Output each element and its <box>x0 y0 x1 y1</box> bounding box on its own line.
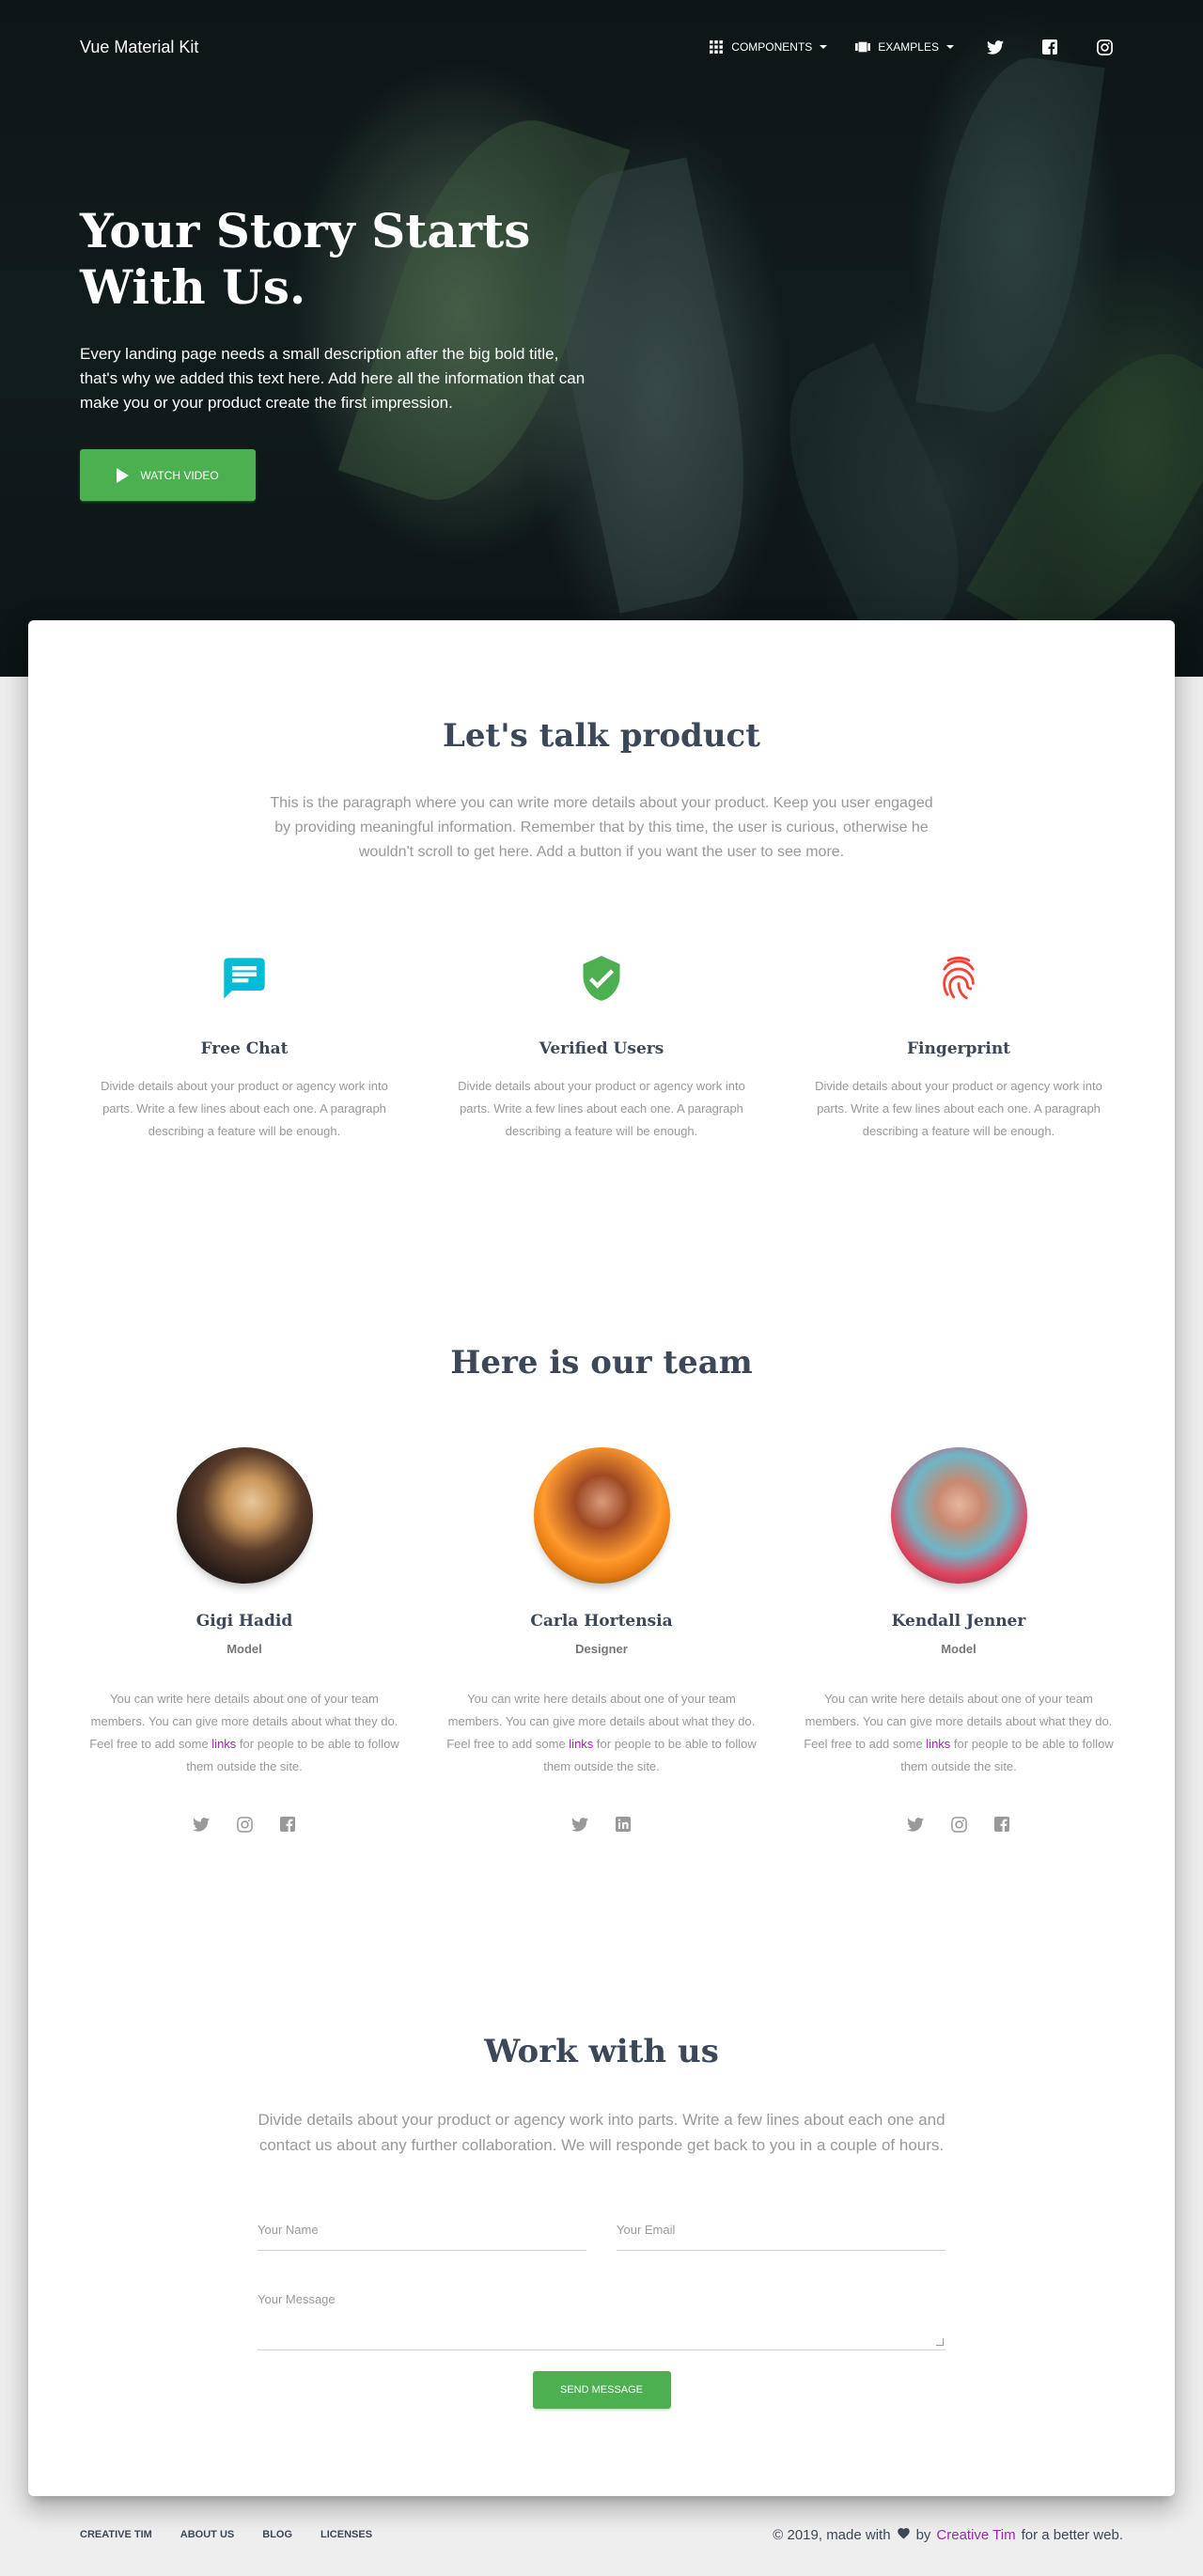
member-link[interactable]: links <box>926 1737 950 1751</box>
feature-title: Free Chat <box>200 1039 289 1058</box>
footer-links: Creative Tim About Us Blog Licenses <box>80 2529 372 2540</box>
hero-content: Your Story Starts With Us. Every landing… <box>80 203 587 501</box>
twitter-icon[interactable] <box>570 1814 590 1834</box>
components-label: Components <box>731 40 813 54</box>
page-footer: Creative Tim About Us Blog Licenses © 20… <box>0 2506 1203 2564</box>
heart-icon <box>897 2526 911 2543</box>
hero-section: Vue Material Kit Components <box>0 0 1203 677</box>
hero-title: Your Story Starts With Us. <box>80 203 587 316</box>
email-field[interactable]: Your Email <box>617 2215 945 2251</box>
creative-tim-link[interactable]: Creative Tim <box>936 2527 1015 2543</box>
avatar <box>176 1447 313 1584</box>
member-social-links <box>442 1814 761 1834</box>
chat-icon <box>85 947 404 1009</box>
copyright-text: © 2019, made with <box>773 2526 891 2543</box>
hero-title-line1: Your Story Starts <box>80 203 531 258</box>
watch-video-button[interactable]: Watch video <box>80 449 256 501</box>
top-navbar: Vue Material Kit Components <box>0 0 1203 94</box>
avatar <box>890 1447 1027 1584</box>
member-social-links <box>799 1814 1118 1834</box>
instagram-icon[interactable] <box>948 1814 969 1834</box>
feature-fingerprint: Fingerprint Divide details about your pr… <box>799 947 1118 1143</box>
team-member-kendall-jenner: Kendall Jenner Model You can write here … <box>799 1447 1118 1834</box>
copyright-by: by <box>915 2526 931 2543</box>
member-link[interactable]: links <box>569 1737 593 1751</box>
feature-description: Divide details about your product or age… <box>815 1079 1102 1138</box>
footer-link-creative-tim[interactable]: Creative Tim <box>80 2529 152 2540</box>
team-member-carla-hortensia: Carla Hortensia Designer You can write h… <box>442 1447 761 1834</box>
form-row: Your Name Your Email <box>258 2215 945 2251</box>
main-content-card: Let's talk product This is the paragraph… <box>28 620 1175 2496</box>
view-carousel-icon <box>855 39 871 55</box>
components-dropdown[interactable]: Components <box>703 32 833 62</box>
product-section-description: This is the paragraph where you can writ… <box>270 795 933 860</box>
watch-video-label: Watch video <box>140 468 219 482</box>
feature-free-chat: Free Chat Divide details about your prod… <box>85 947 404 1143</box>
play-icon <box>117 467 130 483</box>
feature-description: Divide details about your product or age… <box>101 1079 388 1138</box>
chevron-down-icon <box>946 45 954 49</box>
chevron-down-icon <box>820 45 828 49</box>
feature-description: Divide details about your product or age… <box>458 1079 745 1138</box>
apps-grid-icon <box>709 39 724 55</box>
feature-title: Verified Users <box>539 1039 664 1058</box>
member-description: You can write here details about one of … <box>804 1692 1114 1773</box>
hero-description: Every landing page needs a small descrip… <box>80 345 586 412</box>
member-name: Gigi Hadid <box>195 1612 293 1631</box>
team-member-gigi-hadid: Gigi Hadid Model You can write here deta… <box>85 1447 404 1834</box>
hero-title-line2: With Us. <box>80 259 306 315</box>
member-role: Model <box>941 1642 976 1656</box>
feature-title: Fingerprint <box>906 1039 1011 1058</box>
work-section-title: Work with us <box>484 2033 719 2070</box>
name-placeholder: Your Name <box>258 2223 319 2237</box>
email-placeholder: Your Email <box>617 2223 676 2237</box>
member-description: You can write here details about one of … <box>89 1692 399 1773</box>
twitter-icon[interactable] <box>976 28 1014 66</box>
nav-menu: Components Examples <box>703 28 1123 66</box>
name-field[interactable]: Your Name <box>258 2215 586 2251</box>
features-row: Free Chat Divide details about your prod… <box>85 947 1118 1143</box>
send-message-button[interactable]: Send Message <box>532 2371 671 2409</box>
team-section-title: Here is our team <box>450 1344 753 1382</box>
facebook-icon[interactable] <box>277 1814 298 1834</box>
instagram-icon[interactable] <box>234 1814 255 1834</box>
facebook-icon[interactable] <box>992 1814 1012 1834</box>
message-textarea[interactable]: Your Message <box>258 2277 945 2350</box>
member-description: You can write here details about one of … <box>446 1692 757 1773</box>
twitter-icon[interactable] <box>905 1814 926 1834</box>
copyright: © 2019, made with by Creative Tim for a … <box>773 2526 1123 2543</box>
brand-logo[interactable]: Vue Material Kit <box>80 38 198 57</box>
fingerprint-icon <box>799 947 1118 1009</box>
message-placeholder: Your Message <box>258 2292 336 2306</box>
member-name: Carla Hortensia <box>530 1612 673 1631</box>
footer-link-licenses[interactable]: Licenses <box>320 2529 372 2540</box>
resize-handle-icon[interactable] <box>936 2338 944 2346</box>
member-name: Kendall Jenner <box>891 1612 1026 1631</box>
footer-link-blog[interactable]: Blog <box>262 2529 292 2540</box>
product-section-title: Let's talk product <box>443 717 760 755</box>
instagram-icon[interactable] <box>1086 28 1123 66</box>
member-role: Designer <box>575 1642 628 1656</box>
member-role: Model <box>227 1642 262 1656</box>
feature-verified-users: Verified Users Divide details about your… <box>442 947 761 1143</box>
verified-shield-icon <box>442 947 761 1009</box>
twitter-icon[interactable] <box>191 1814 211 1834</box>
examples-label: Examples <box>878 40 939 54</box>
team-row: Gigi Hadid Model You can write here deta… <box>85 1447 1118 1834</box>
facebook-icon[interactable] <box>1031 28 1069 66</box>
footer-link-about-us[interactable]: About Us <box>180 2529 234 2540</box>
work-section-description: Divide details about your product or age… <box>258 2111 945 2154</box>
linkedin-icon[interactable] <box>613 1814 633 1834</box>
member-social-links <box>85 1814 404 1834</box>
member-link[interactable]: links <box>211 1737 236 1751</box>
hero-leaf-decoration <box>915 48 1105 422</box>
avatar <box>533 1447 670 1584</box>
copyright-after: for a better web. <box>1021 2526 1123 2543</box>
contact-form: Your Name Your Email Your Message Send M… <box>258 2215 945 2409</box>
examples-dropdown[interactable]: Examples <box>850 32 960 62</box>
